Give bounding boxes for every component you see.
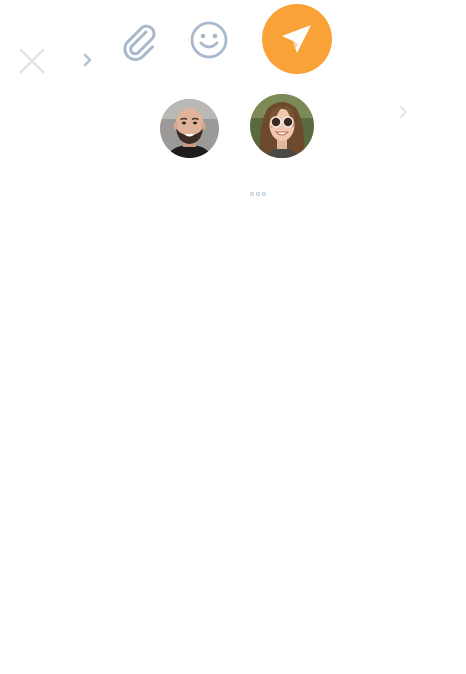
chevron-right-icon: [399, 105, 408, 119]
next-recipients-button[interactable]: [396, 104, 412, 120]
paperclip-icon: [123, 24, 156, 61]
recipient-avatar-2[interactable]: [250, 94, 314, 158]
close-button[interactable]: [17, 46, 47, 76]
smiley-icon: [190, 21, 228, 59]
typing-dot: [256, 192, 260, 196]
avatar-woman-sunglasses: [250, 94, 314, 158]
expand-button[interactable]: [80, 52, 96, 68]
typing-dot: [250, 192, 254, 196]
typing-indicator: [250, 190, 272, 198]
send-button[interactable]: [262, 4, 332, 74]
recipient-avatar-1[interactable]: [160, 99, 219, 158]
attach-button[interactable]: [116, 18, 160, 62]
close-icon: [19, 48, 45, 74]
emoji-button[interactable]: [188, 19, 230, 61]
typing-dot: [262, 192, 266, 196]
chevron-right-icon: [83, 53, 92, 67]
avatar-bald-bearded-man: [160, 99, 219, 158]
paper-plane-icon: [282, 25, 311, 53]
composer-screen: [0, 0, 466, 674]
